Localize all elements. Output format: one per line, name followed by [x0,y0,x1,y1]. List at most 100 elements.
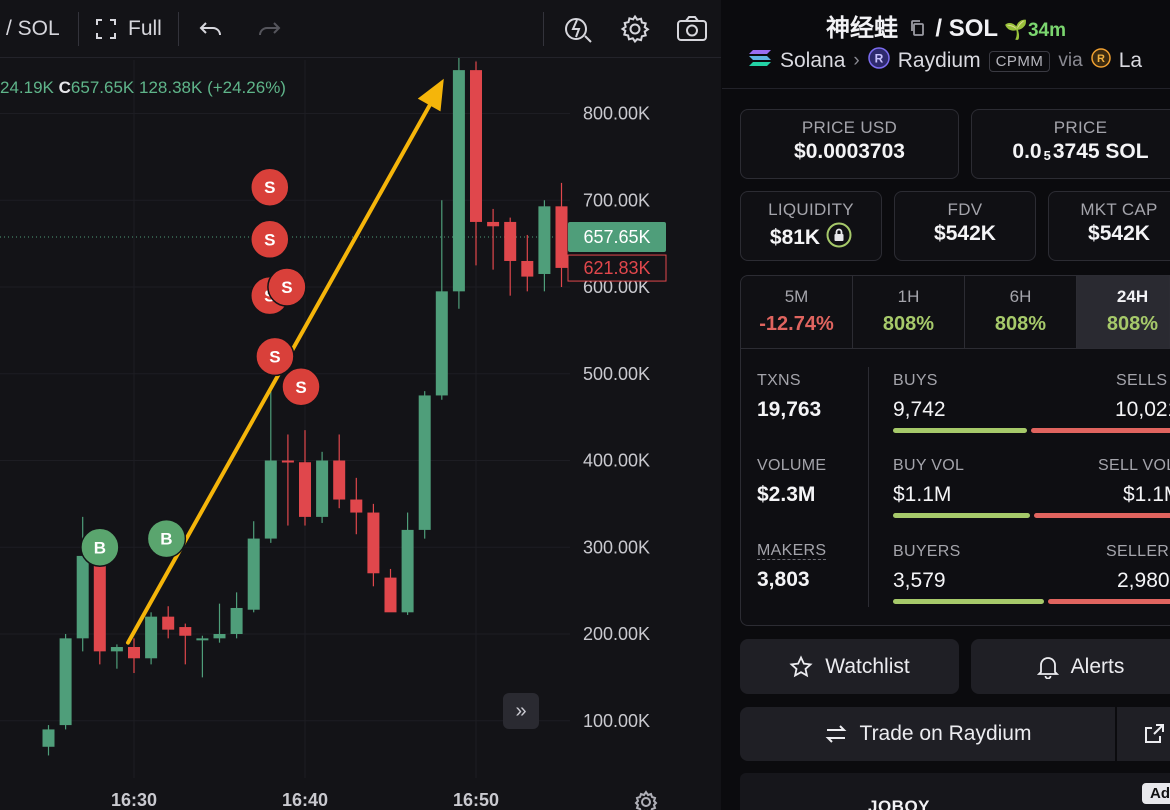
external-link-icon [1144,724,1164,743]
y-axis-tick-label: 200.00K [583,624,650,644]
trade-label: Trade on Raydium [859,722,1032,745]
candle-body [196,638,209,641]
sell-volume-ratio-bar [1034,513,1170,518]
current-price-label: 657.65K [583,227,650,247]
fullscreen-button[interactable]: Full [94,0,162,58]
alerts-label: Alerts [1070,654,1125,678]
candle-body [538,206,551,274]
x-axis-tick-label: 16:30 [111,790,157,810]
txns-value: 19,763 [757,398,822,421]
quote-token: SOL [948,15,998,42]
header-divider [722,88,1170,89]
sellers-ratio-bar [1048,599,1170,604]
watchlist-label: Watchlist [825,654,910,678]
chart-pane[interactable]: BBSSSSSS100.00K200.00K300.00K400.00K500.… [0,0,721,810]
timeframe-tab-24h[interactable]: 24H 808% [1077,276,1169,348]
ad-title: JOBOY [868,797,931,810]
ad-banner[interactable]: Ad JOBOY [740,773,1170,810]
market-cap-label: MKT CAP [1080,200,1158,219]
candle-body [145,616,158,659]
watchlist-button[interactable]: Watchlist [740,639,959,694]
settings-button[interactable] [620,0,650,58]
candle-body [230,607,243,634]
candle-body [487,221,500,227]
candle-body [93,555,106,652]
candle-body [316,460,329,517]
ohlc-open-fragment: 24.19K [0,78,54,97]
pair-route: Solana › R Raydium CPMM via R La [748,46,1142,76]
pair-info-panel: 神经蛙 / SOL 🌱34m Solana › R Raydium CPMM v… [722,0,1170,810]
pair-title: 神经蛙 / SOL 🌱34m [722,8,1170,44]
candle-body [435,291,448,396]
buy-volume-value: $1.1M [893,483,952,506]
trade-marker-label: B [94,538,106,557]
camera-icon [677,16,707,41]
undo-button[interactable] [198,0,224,58]
price-usd-value: $0.0003703 [794,140,905,163]
price-usd-card: PRICE USD $0.0003703 [740,109,959,179]
timeframe-change: 808% [1106,313,1159,335]
chain-link[interactable]: Solana [780,49,845,73]
candle-body [367,512,380,574]
swap-icon [825,725,846,743]
buy-volume-ratio-bar [893,513,1030,518]
stats-divider [868,367,869,607]
buys-value: 9,742 [893,398,946,421]
buys-label: BUYS [893,372,938,389]
toolbar-divider [543,12,544,46]
candle-body [504,221,517,261]
timeframe-tab-5m[interactable]: 5M -12.74% [741,276,853,348]
transaction-stats: TXNS 19,763 BUYS 9,742 SELLS 10,021 VOLU… [740,348,1170,626]
axis-settings-icon[interactable] [634,790,658,810]
candle-body [281,460,294,463]
indicators-button[interactable] [563,0,593,58]
x-axis-tick-label: 16:40 [282,790,328,810]
toolbar-divider [78,12,79,46]
ohlc-legend: 24.19K C657.65K 128.38K (+24.26%) [0,78,286,98]
price-chart[interactable]: BBSSSSSS100.00K200.00K300.00K400.00K500.… [0,0,721,810]
candle-body [213,634,226,639]
dex-link[interactable]: Raydium [898,49,981,73]
ohlc-close-label: C [58,78,71,97]
candle-body [401,529,414,613]
candle-body [59,638,72,726]
y-axis-tick-label: 500.00K [583,364,650,384]
price-native-suffix: 3745 SOL [1052,140,1149,163]
toolbar-divider [178,12,179,46]
x-axis-tick-label: 16:50 [453,790,499,810]
raydium-logo-icon: R [867,47,890,75]
undo-icon [199,22,221,36]
fdv-label: FDV [947,200,983,219]
liquidity-value: $81K [769,226,821,249]
timeframe-label: 1H [897,287,920,306]
timeframe-tabs: 5M -12.74% 1H 808% 6H 808% 24H 808% [740,275,1170,348]
lock-icon[interactable] [826,222,852,254]
market-cap-card: MKT CAP $542K [1048,191,1170,261]
trade-on-dex-button[interactable]: Trade on Raydium [740,707,1115,761]
candle-body [179,627,192,636]
via-link[interactable]: La [1119,49,1142,73]
open-external-button[interactable] [1117,707,1170,761]
star-icon [789,654,813,677]
sells-label: SELLS [1116,372,1168,389]
alerts-button[interactable]: Alerts [971,639,1170,694]
y-axis-tick-label: 800.00K [583,104,650,124]
chevron-right-icon: › [853,50,860,71]
candle-body [452,70,465,292]
svg-text:R: R [1097,53,1105,65]
liquidity-label: LIQUIDITY [768,200,854,219]
redo-button[interactable] [256,0,282,58]
chart-toolbar: / SOL Full [0,0,721,58]
ad-badge: Ad [1142,783,1170,804]
pair-separator: / [935,15,943,42]
copy-icon[interactable] [909,16,925,44]
solana-logo-icon [748,48,772,74]
scroll-to-realtime-button[interactable]: » [503,693,539,729]
timeframe-tab-1h[interactable]: 1H 808% [853,276,965,348]
redo-icon [259,22,281,36]
timeframe-change: -12.74% [759,313,834,335]
screenshot-button[interactable] [676,0,708,58]
price-usd-label: PRICE USD [801,118,898,137]
timeframe-tab-6h[interactable]: 6H 808% [965,276,1077,348]
candle-body [470,70,482,222]
